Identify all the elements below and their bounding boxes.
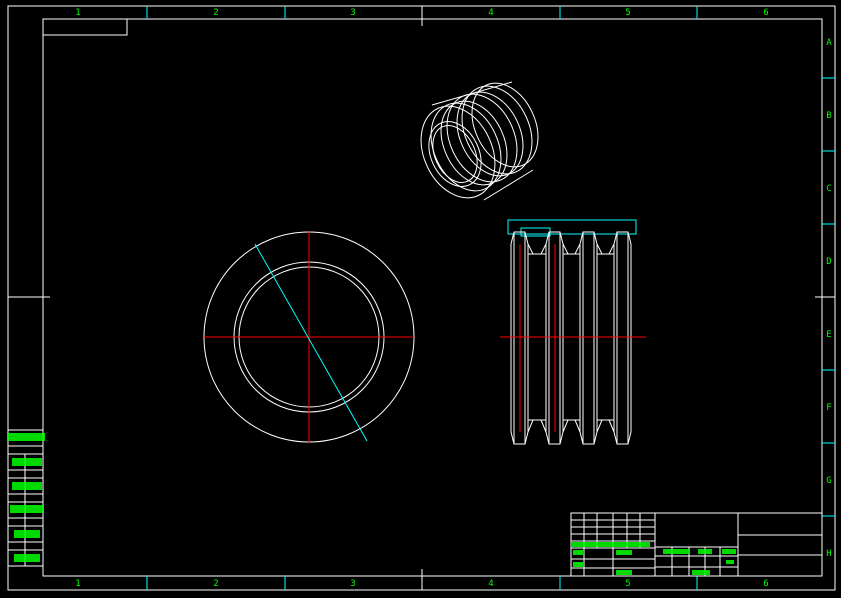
zone-labels-right: A B C D E F G H (826, 38, 832, 559)
zone-row-f: F (826, 403, 831, 413)
corner-box (42, 18, 128, 36)
zone-col-6-bottom: 6 (763, 579, 768, 589)
zone-row-b: B (826, 111, 831, 121)
zone-col-4-bottom: 4 (488, 579, 493, 589)
zone-row-c: C (826, 184, 831, 194)
zone-col-1-bottom: 1 (75, 579, 80, 589)
zone-col-3-bottom: 3 (350, 579, 355, 589)
inner-frame (42, 18, 823, 577)
zone-row-g: G (826, 476, 831, 486)
zone-col-4-top: 4 (488, 8, 493, 18)
zone-row-e: E (826, 330, 831, 340)
zone-row-d: D (826, 257, 831, 267)
construction-line (254, 243, 368, 442)
isometric-view (420, 81, 539, 201)
side-view (500, 219, 646, 445)
outer-border (7, 5, 836, 591)
zone-row-a: A (826, 38, 832, 48)
drawing-canvas: 1 2 3 4 5 6 1 2 3 4 5 6 A B C D E F G H (7, 5, 836, 591)
zone-col-2-top: 2 (213, 8, 218, 18)
title-block (570, 512, 823, 577)
zone-col-1-top: 1 (75, 8, 80, 18)
zone-row-h: H (826, 549, 831, 559)
zone-col-6-top: 6 (763, 8, 768, 18)
end-view (203, 231, 415, 443)
zone-col-2-bottom: 2 (213, 579, 218, 589)
cad-drawing-sheet: 1 2 3 4 5 6 1 2 3 4 5 6 A B C D E F G H (0, 0, 841, 594)
zone-col-5-bottom: 5 (625, 579, 630, 589)
centering-marks (8, 6, 835, 590)
zone-col-5-top: 5 (625, 8, 630, 18)
revision-column (7, 429, 45, 567)
zone-col-3-top: 3 (350, 8, 355, 18)
